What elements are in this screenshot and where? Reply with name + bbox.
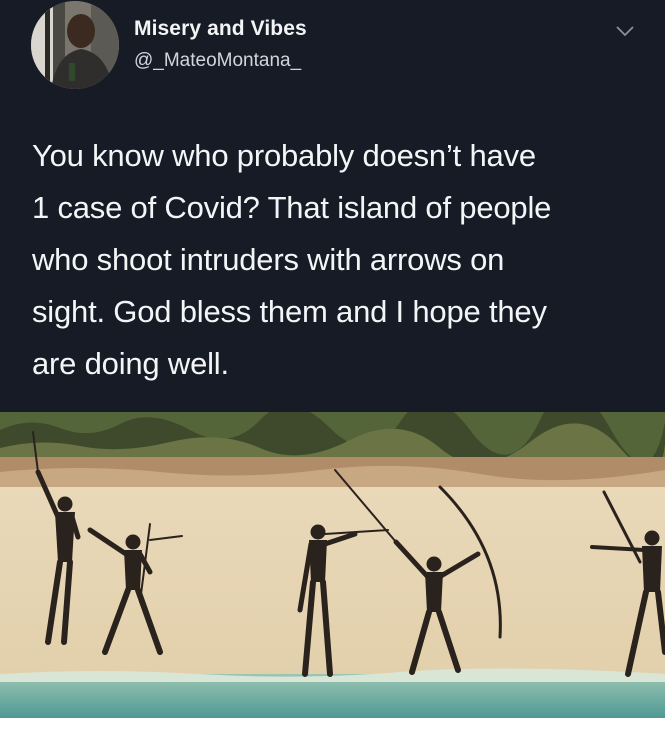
chevron-down-icon[interactable] — [614, 24, 636, 38]
tweet-text-line: 1 case of Covid? That island of people — [32, 190, 552, 225]
tweet-text-line: who shoot intruders with arrows on — [32, 242, 505, 277]
beach-archers-photo[interactable] — [0, 389, 665, 718]
avatar[interactable] — [31, 1, 119, 89]
bottom-border — [0, 718, 665, 731]
tweet-text-line: You know who probably doesn’t have — [32, 138, 536, 173]
display-name[interactable]: Misery and Vibes — [134, 17, 307, 41]
tweet-card: Misery and Vibes @_MateoMontana_ You kno… — [0, 0, 665, 412]
user-handle[interactable]: @_MateoMontana_ — [134, 50, 301, 72]
photo-illustration — [0, 389, 665, 718]
tweet-text-line: are doing well. — [32, 346, 229, 381]
tweet-text-line: sight. God bless them and I hope they — [32, 294, 547, 329]
tweet-text: You know who probably doesn’t have 1 cas… — [32, 130, 642, 390]
avatar-image — [31, 1, 119, 89]
